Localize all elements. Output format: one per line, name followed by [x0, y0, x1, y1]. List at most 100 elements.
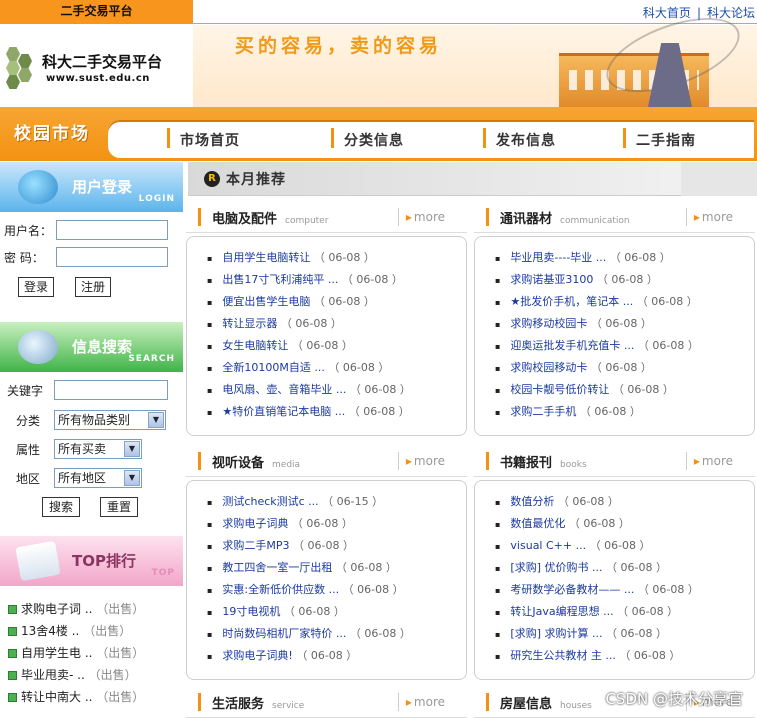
listing-title[interactable]: [求购] 优价购书 ...: [510, 561, 602, 574]
more-link[interactable]: more: [406, 454, 445, 468]
listing-item[interactable]: 出售17寸飞利浦纯平 ... （ 06-08 ）: [207, 271, 403, 287]
top-rank-item[interactable]: 自用学生电 .. （出售）: [8, 644, 144, 661]
listing-title[interactable]: 实惠:全新低价供应数 ...: [222, 583, 339, 596]
listing-item[interactable]: visual C++ ... （ 06-08 ）: [495, 537, 651, 553]
listing-item[interactable]: 求购移动校园卡 （ 06-08 ）: [495, 315, 652, 331]
listing-title[interactable]: 求购电子词典: [222, 517, 288, 530]
section-accent-bar: [486, 452, 489, 470]
username-input[interactable]: [56, 220, 168, 240]
nav-market-home[interactable]: 市场首页: [180, 130, 240, 150]
listing-item[interactable]: 实惠:全新低价供应数 ... （ 06-08 ）: [207, 581, 404, 597]
listing-item[interactable]: 研究生公共教材 主 ... （ 06-08 ）: [495, 647, 680, 663]
listing-title[interactable]: 转让显示器: [222, 317, 277, 330]
listing-title[interactable]: 19寸电视机: [222, 605, 280, 618]
site-logo[interactable]: 科大二手交易平台 www.sust.edu.cn: [6, 45, 181, 105]
listing-item[interactable]: 电风扇、壶、音箱毕业 ... （ 06-08 ）: [207, 381, 411, 397]
listing-item[interactable]: 教工四舍一室一厅出租 （ 06-08 ）: [207, 559, 397, 575]
link-school-home[interactable]: 科大首页: [643, 6, 691, 20]
listing-item[interactable]: 测试check测试c ... （ 06-15 ）: [207, 493, 383, 509]
listing-item[interactable]: [求购] 求购计算 ... （ 06-08 ）: [495, 625, 667, 641]
nav-categories[interactable]: 分类信息: [344, 130, 404, 150]
listing-title[interactable]: 考研数学必备教材—— ...: [510, 583, 634, 596]
listing-item[interactable]: 转让显示器 （ 06-08 ）: [207, 315, 342, 331]
listing-title[interactable]: 迎奥运批发手机充值卡 ...: [510, 339, 634, 352]
nav-guide[interactable]: 二手指南: [636, 130, 696, 150]
listing-title[interactable]: 求购二手MP3: [222, 539, 289, 552]
listing-date: （ 06-08 ）: [590, 539, 651, 552]
listing-item[interactable]: 自用学生电脑转让 （ 06-08 ）: [207, 249, 375, 265]
listing-title[interactable]: 女生电脑转让: [222, 339, 288, 352]
listing-item[interactable]: 求购诺基亚3100 （ 06-08 ）: [495, 271, 658, 287]
reset-button[interactable]: 重置: [100, 497, 138, 517]
section-title: 通讯器材communication: [500, 208, 630, 227]
more-link[interactable]: more: [694, 454, 733, 468]
more-link[interactable]: more: [694, 210, 733, 224]
top-rank-item[interactable]: 毕业甩卖- .. （出售）: [8, 666, 137, 683]
listing-item[interactable]: 便宜出售学生电脑 （ 06-08 ）: [207, 293, 375, 309]
listing-item[interactable]: 考研数学必备教材—— ... （ 06-08 ）: [495, 581, 699, 597]
keyword-input[interactable]: [54, 380, 168, 400]
listing-item[interactable]: 迎奥运批发手机充值卡 ... （ 06-08 ）: [495, 337, 699, 353]
listing-item[interactable]: 毕业甩卖----毕业 ... （ 06-08 ）: [495, 249, 671, 265]
listing-title[interactable]: 求购校园移动卡: [510, 361, 587, 374]
listing-title[interactable]: [求购] 求购计算 ...: [510, 627, 602, 640]
listing-title[interactable]: 时尚数码相机厂家特价 ...: [222, 627, 346, 640]
listing-item[interactable]: 全新10100M自适 ... （ 06-08 ）: [207, 359, 389, 375]
attribute-value: 所有买卖: [58, 442, 106, 456]
listing-item[interactable]: ★批发价手机，笔记本 ... （ 06-08 ）: [495, 293, 698, 309]
listing-title[interactable]: 电风扇、壶、音箱毕业 ...: [222, 383, 346, 396]
more-link[interactable]: more: [406, 210, 445, 224]
top-rank-item[interactable]: 13舍4楼 .. （出售）: [8, 622, 131, 639]
category-select[interactable]: 所有物品类别 ▼: [54, 410, 166, 430]
listing-title[interactable]: 数值分析: [510, 495, 554, 508]
listing-title[interactable]: 转让Java编程思想 ...: [510, 605, 613, 618]
top-rank-item[interactable]: 求购电子词 .. （出售）: [8, 600, 144, 617]
listing-title[interactable]: 测试check测试c ...: [222, 495, 318, 508]
listing-title[interactable]: 研究生公共教材 主 ...: [510, 649, 615, 662]
section-header: 生活服务servicemore: [186, 687, 467, 717]
search-subtitle: SEARCH: [128, 354, 175, 364]
listing-item[interactable]: 校园卡靓号低价转让 （ 06-08 ）: [495, 381, 674, 397]
attribute-select[interactable]: 所有买卖 ▼: [54, 439, 142, 459]
listing-item[interactable]: 求购电子词典! （ 06-08 ）: [207, 647, 357, 663]
top-rank-item[interactable]: 转让中南大 .. （出售）: [8, 688, 144, 705]
top-strip: 二手交易平台 科大首页|科大论坛: [0, 0, 757, 24]
listing-title[interactable]: 求购二手手机: [510, 405, 576, 418]
listing-item[interactable]: 数值分析 （ 06-08 ）: [495, 493, 619, 509]
listing-date: （ 06-15 ）: [322, 495, 383, 508]
register-button[interactable]: 注册: [75, 277, 111, 297]
listing-title[interactable]: 求购诺基亚3100: [510, 273, 593, 286]
listing-title[interactable]: 教工四舍一室一厅出租: [222, 561, 332, 574]
region-select[interactable]: 所有地区 ▼: [54, 468, 142, 488]
listing-title[interactable]: ★批发价手机，笔记本 ...: [510, 295, 633, 308]
listing-title[interactable]: 自用学生电脑转让: [222, 251, 310, 264]
listing-title[interactable]: 全新10100M自适 ...: [222, 361, 324, 374]
listing-title[interactable]: 便宜出售学生电脑: [222, 295, 310, 308]
listing-item[interactable]: 数值最优化 （ 06-08 ）: [495, 515, 630, 531]
listing-item[interactable]: 时尚数码相机厂家特价 ... （ 06-08 ）: [207, 625, 411, 641]
listing-item[interactable]: 求购电子词典 （ 06-08 ）: [207, 515, 353, 531]
listing-item[interactable]: 女生电脑转让 （ 06-08 ）: [207, 337, 353, 353]
more-link[interactable]: more: [406, 695, 445, 709]
listing-title[interactable]: 毕业甩卖----毕业 ...: [510, 251, 606, 264]
listing-title[interactable]: visual C++ ...: [510, 539, 586, 552]
search-button[interactable]: 搜索: [42, 497, 80, 517]
listing-title[interactable]: 求购电子词典!: [222, 649, 292, 662]
password-input[interactable]: [56, 247, 168, 267]
listing-item[interactable]: 求购校园移动卡 （ 06-08 ）: [495, 359, 652, 375]
listing-item[interactable]: ★特价直销笔记本电脑 ... （ 06-08 ）: [207, 403, 410, 419]
nav-publish[interactable]: 发布信息: [496, 130, 556, 150]
login-button[interactable]: 登录: [18, 277, 54, 297]
listing-item[interactable]: 19寸电视机 （ 06-08 ）: [207, 603, 345, 619]
listing-title[interactable]: 数值最优化: [510, 517, 565, 530]
listing-item[interactable]: 转让Java编程思想 ... （ 06-08 ）: [495, 603, 678, 619]
listing-item[interactable]: 求购二手手机 （ 06-08 ）: [495, 403, 641, 419]
listing-title[interactable]: ★特价直销笔记本电脑 ...: [222, 405, 345, 418]
listing-title[interactable]: 校园卡靓号低价转让: [510, 383, 609, 396]
listing-item[interactable]: 求购二手MP3 （ 06-08 ）: [207, 537, 354, 553]
site-name: 科大二手交易平台: [42, 51, 162, 72]
section-title: 电脑及配件computer: [212, 208, 328, 227]
listing-item[interactable]: [求购] 优价购书 ... （ 06-08 ）: [495, 559, 667, 575]
listing-title[interactable]: 出售17寸飞利浦纯平 ...: [222, 273, 338, 286]
listing-title[interactable]: 求购移动校园卡: [510, 317, 587, 330]
